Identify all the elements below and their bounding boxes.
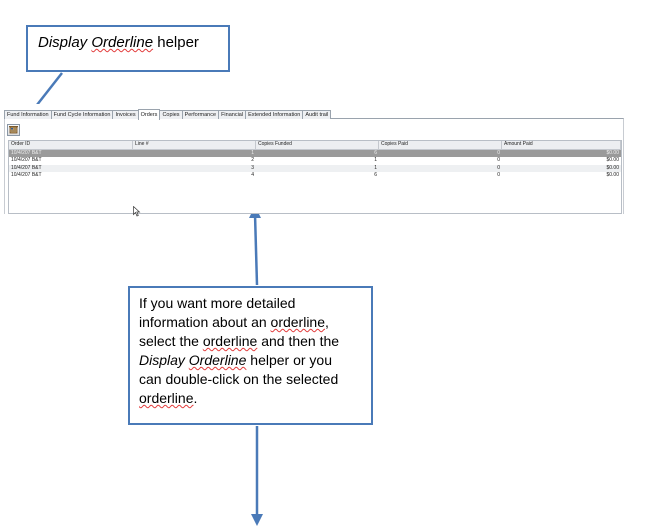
grid-header-row: Order ID Line # Copies Funded Copies Pai… bbox=[9, 141, 621, 150]
cell-copies-funded: 1 bbox=[374, 164, 377, 171]
cell-copies-paid: 0 bbox=[497, 149, 500, 156]
cell-copies-funded: 6 bbox=[374, 172, 377, 178]
callout-italic-display: Display bbox=[38, 34, 88, 51]
cell-copies-paid: 0 bbox=[497, 157, 500, 163]
fund-details-panel: Fund Information Fund Cycle Information … bbox=[2, 104, 626, 214]
tab-performance[interactable]: Performance bbox=[181, 110, 220, 119]
col-header-copies-paid[interactable]: Copies Paid bbox=[379, 141, 502, 149]
cell-copies-funded: 6 bbox=[374, 149, 377, 156]
table-row[interactable]: 10/4/207 B&T 4 6 0 $0.00 bbox=[9, 172, 621, 180]
cell-line-number: 1 bbox=[251, 149, 254, 156]
tab-orders[interactable]: Orders bbox=[137, 109, 161, 120]
tab-bar: Fund Information Fund Cycle Information … bbox=[4, 108, 332, 120]
callout-line: information about an orderline, bbox=[139, 314, 329, 330]
cell-line-number: 3 bbox=[251, 164, 254, 171]
table-row[interactable]: 10/4/207 B&T 2 1 0 $0.00 bbox=[9, 157, 621, 165]
callout-line: orderline. bbox=[139, 390, 198, 406]
cell-amount-paid: $0.00 bbox=[606, 149, 619, 156]
annotation-arrows bbox=[28, 72, 263, 526]
display-orderline-helper-button[interactable] bbox=[7, 124, 20, 136]
orderline-helper-icon bbox=[9, 126, 18, 134]
table-row[interactable]: 10/4/207 B&T 1 6 0 $0.00 bbox=[9, 149, 621, 157]
callout-italic-orderline: Orderline bbox=[91, 34, 154, 51]
tab-invoices[interactable]: Invoices bbox=[112, 110, 139, 119]
cell-order-id: 10/4/207 B&T bbox=[11, 157, 42, 163]
table-row[interactable]: 10/4/207 B&T 3 1 0 $0.00 bbox=[9, 164, 621, 172]
orderlines-grid: Order ID Line # Copies Funded Copies Pai… bbox=[8, 140, 622, 214]
tab-extended-information[interactable]: Extended Information bbox=[245, 110, 304, 119]
display-orderline-helper-callout: Display Orderline helper bbox=[26, 25, 230, 72]
cell-amount-paid: $0.00 bbox=[606, 172, 619, 178]
mouse-pointer-icon bbox=[133, 206, 141, 217]
cell-amount-paid: $0.00 bbox=[606, 157, 619, 163]
col-header-order-id[interactable]: Order ID bbox=[9, 141, 133, 149]
cell-order-id: 10/4/207 B&T bbox=[11, 164, 42, 171]
cell-amount-paid: $0.00 bbox=[606, 164, 619, 171]
cell-order-id: 10/4/207 B&T bbox=[11, 172, 42, 178]
cell-copies-paid: 0 bbox=[497, 164, 500, 171]
callout-line: can double-click on the selected bbox=[139, 371, 339, 387]
cell-copies-funded: 1 bbox=[374, 157, 377, 163]
tab-copies[interactable]: Copies bbox=[159, 110, 183, 119]
tab-financial[interactable]: Financial bbox=[218, 110, 247, 119]
orderline-instructions-callout: If you want more detailed information ab… bbox=[128, 286, 373, 425]
col-header-line-number[interactable]: Line # bbox=[133, 141, 256, 149]
callout-helper-word: helper bbox=[157, 34, 199, 51]
col-header-amount-paid[interactable]: Amount Paid bbox=[502, 141, 621, 149]
callout-line: If you want more detailed bbox=[139, 295, 296, 311]
arrow-up-to-grid bbox=[253, 213, 259, 286]
col-header-copies-funded[interactable]: Copies Funded bbox=[256, 141, 379, 149]
arrowhead-down bbox=[251, 514, 263, 526]
cell-line-number: 2 bbox=[251, 157, 254, 163]
cell-order-id: 10/4/207 B&T bbox=[11, 149, 42, 156]
callout-line: select the orderline and then the bbox=[139, 333, 340, 349]
callout-line: Display Orderline helper or you bbox=[139, 352, 332, 368]
cell-line-number: 4 bbox=[251, 172, 254, 178]
tab-fund-cycle-information[interactable]: Fund Cycle Information bbox=[50, 110, 114, 119]
tab-fund-information[interactable]: Fund Information bbox=[4, 110, 52, 119]
cell-copies-paid: 0 bbox=[497, 172, 500, 178]
tab-audit-trail[interactable]: Audit trail bbox=[302, 110, 332, 119]
